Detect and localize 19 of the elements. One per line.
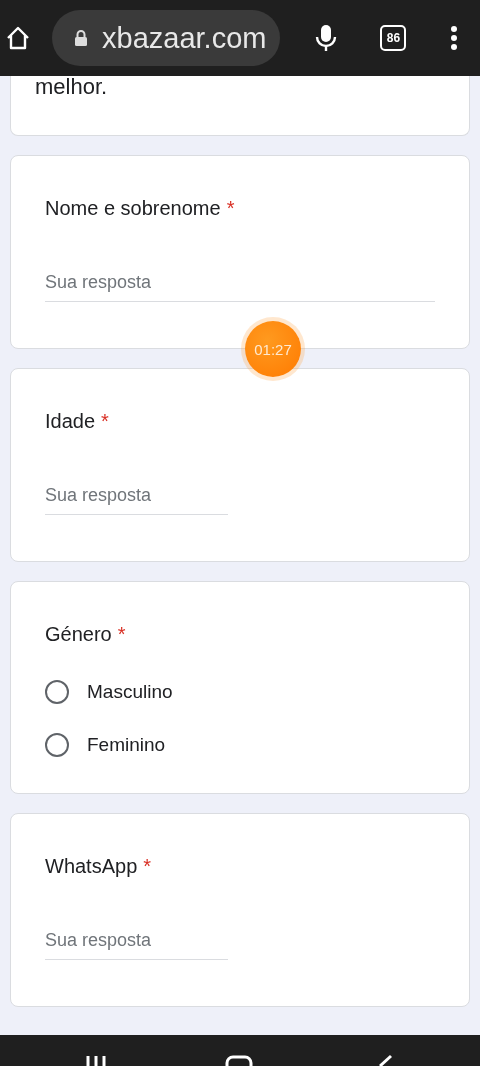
radio-button[interactable] xyxy=(45,733,69,757)
address-bar[interactable]: xbazaar.com xyxy=(52,10,281,66)
description-text: melhor. xyxy=(35,76,109,100)
lock-icon xyxy=(74,29,88,47)
microphone-icon[interactable] xyxy=(314,23,339,53)
question-title: Nome e sobrenome * xyxy=(45,196,236,220)
menu-icon[interactable] xyxy=(450,25,459,51)
question-title: Género * xyxy=(45,622,127,646)
radio-button[interactable] xyxy=(45,680,69,704)
answer-field[interactable]: Sua resposta xyxy=(45,485,228,515)
answer-field[interactable]: Sua resposta xyxy=(45,930,228,960)
tab-count-button[interactable]: 86 xyxy=(380,25,407,51)
option-label[interactable]: Feminino xyxy=(87,734,166,756)
question-title: Idade * xyxy=(45,409,110,433)
option-label[interactable]: Masculino xyxy=(87,681,173,703)
question-title: WhatsApp * xyxy=(45,854,153,878)
answer-field[interactable]: Sua resposta xyxy=(45,272,435,302)
recents-icon[interactable] xyxy=(84,1054,108,1066)
home-button-icon[interactable] xyxy=(224,1054,254,1066)
